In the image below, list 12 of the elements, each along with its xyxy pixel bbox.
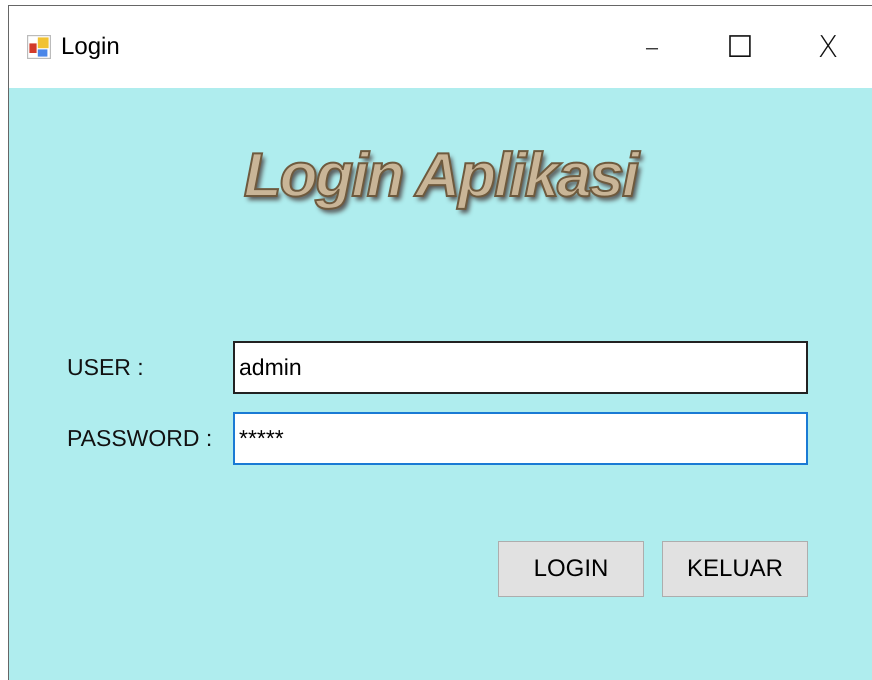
close-button[interactable]: X	[784, 17, 872, 77]
input-field[interactable]: *****	[233, 412, 808, 465]
app-heading: Login Aplikasi	[244, 140, 638, 211]
input-field[interactable]: admin	[233, 341, 808, 394]
field-label: PASSWORD :	[67, 425, 214, 452]
field-label: USER :	[67, 354, 145, 381]
window-title: Login	[61, 33, 120, 61]
form-button[interactable]: KELUAR	[662, 541, 808, 597]
maximize-button[interactable]: ☐	[696, 17, 784, 77]
app-icon	[27, 35, 51, 59]
minimize-button[interactable]: –	[608, 17, 696, 77]
form-button[interactable]: LOGIN	[498, 541, 644, 597]
